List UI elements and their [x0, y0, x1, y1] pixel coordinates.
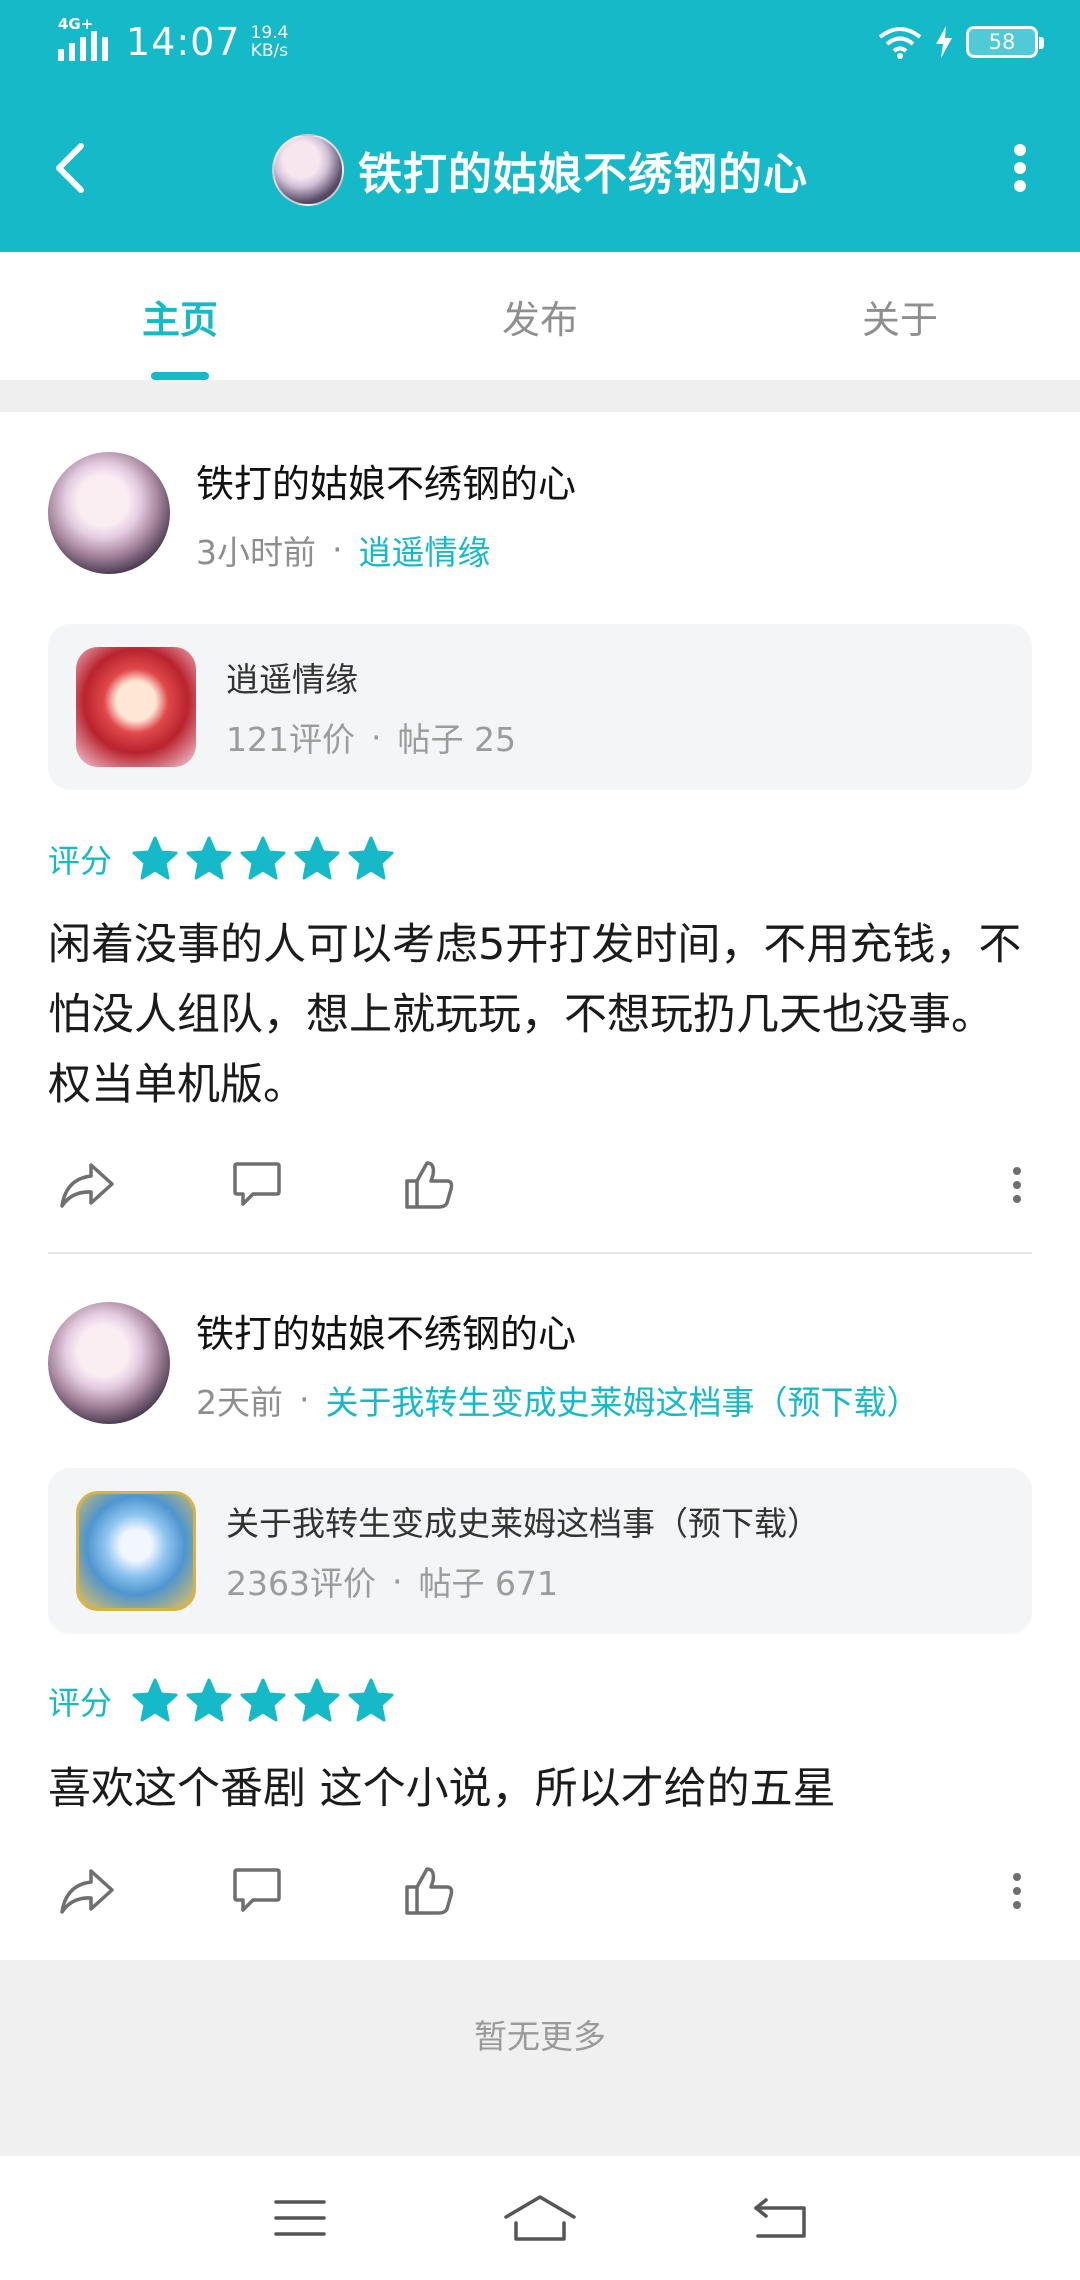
- star-icon: [132, 1678, 178, 1722]
- author-name[interactable]: 铁打的姑娘不绣钢的心: [196, 1303, 920, 1358]
- speed-value: 19.4: [250, 23, 289, 43]
- action-bar: [48, 1856, 1032, 1926]
- signal-icon: 4G+: [58, 15, 108, 61]
- network-speed: 19.4 KB/s: [251, 24, 289, 60]
- post-time: 3小时前: [196, 532, 316, 572]
- meta-separator: ·: [299, 1380, 310, 1419]
- rating-stars: [128, 1674, 398, 1728]
- more-button[interactable]: [990, 136, 1050, 200]
- star-icon: [294, 1678, 340, 1722]
- charging-icon: [936, 26, 952, 58]
- review-count: 2363评价: [226, 1564, 376, 1603]
- network-type: 4G+: [58, 15, 94, 33]
- author-row: 铁打的姑娘不绣钢的心 3小时前 · 逍遥情缘: [48, 452, 576, 574]
- rating-label: 评分: [48, 1684, 113, 1722]
- post-card: 铁打的姑娘不绣钢的心 3小时前 · 逍遥情缘 逍遥情缘 121评价 · 帖子 2…: [0, 412, 1080, 1254]
- battery-icon: 58: [966, 26, 1044, 58]
- star-icon: [240, 836, 286, 880]
- game-link[interactable]: 逍遥情缘: [359, 526, 491, 574]
- star-icon: [132, 836, 178, 880]
- meta-separator: ·: [332, 530, 343, 569]
- game-name: 关于我转生变成史莱姆这档事（预下载）: [226, 1504, 820, 1543]
- section-gap: [0, 380, 1080, 412]
- tab-publish[interactable]: 发布: [360, 252, 720, 380]
- return-icon: [754, 2198, 806, 2238]
- home-icon: [504, 2195, 576, 2241]
- avatar[interactable]: [48, 452, 170, 574]
- game-icon: [76, 647, 196, 767]
- rating-row: 评分: [48, 1674, 398, 1728]
- comment-icon: [233, 1868, 281, 1912]
- wifi-icon: [878, 27, 922, 59]
- post-count: 帖子 25: [397, 720, 516, 759]
- no-more-indicator: 暂无更多: [0, 1960, 1080, 2156]
- back-arrow-icon: [56, 143, 84, 193]
- more-vertical-icon: [1014, 144, 1026, 192]
- thumbs-up-icon: [405, 1867, 454, 1915]
- stats-separator: ·: [391, 1561, 403, 1601]
- speed-unit: KB/s: [250, 41, 289, 61]
- menu-button[interactable]: [260, 2178, 340, 2258]
- share-icon: [60, 1163, 114, 1208]
- comment-button[interactable]: [222, 1150, 292, 1220]
- game-card[interactable]: 关于我转生变成史莱姆这档事（预下载） 2363评价 · 帖子 671: [48, 1468, 1032, 1634]
- star-icon: [294, 836, 340, 880]
- star-icon: [186, 1678, 232, 1722]
- rating-stars: [128, 832, 398, 886]
- battery-level: 58: [988, 30, 1016, 54]
- system-nav-bar: [0, 2156, 1080, 2280]
- no-more-text: 暂无更多: [474, 2017, 606, 2056]
- tab-bar: 主页 发布 关于: [0, 252, 1080, 380]
- page-title: 铁打的姑娘不绣钢的心: [358, 149, 808, 200]
- game-link[interactable]: 关于我转生变成史莱姆这档事（预下载）: [326, 1376, 920, 1424]
- thumbs-up-icon: [405, 1161, 454, 1209]
- title-bar: 铁打的姑娘不绣钢的心: [0, 110, 1080, 230]
- avatar[interactable]: [48, 1302, 170, 1424]
- game-icon: [76, 1491, 196, 1611]
- post-time: 2天前: [196, 1382, 283, 1422]
- comment-icon: [233, 1162, 281, 1206]
- star-icon: [348, 836, 394, 880]
- menu-icon: [274, 2200, 326, 2236]
- post-card: 铁打的姑娘不绣钢的心 2天前 · 关于我转生变成史莱姆这档事（预下载） 关于我转…: [0, 1254, 1080, 1960]
- app-header: 4G+ 14:07 19.4 KB/s 58 铁打的姑娘不绣钢的心: [0, 0, 1080, 252]
- share-button[interactable]: [52, 1856, 122, 1926]
- comment-button[interactable]: [222, 1856, 292, 1926]
- tab-about[interactable]: 关于: [720, 252, 1080, 380]
- more-vertical-icon: [1013, 1873, 1021, 1909]
- game-card[interactable]: 逍遥情缘 121评价 · 帖子 25: [48, 624, 1032, 790]
- post-more-button[interactable]: [982, 1856, 1052, 1926]
- author-row: 铁打的姑娘不绣钢的心 2天前 · 关于我转生变成史莱姆这档事（预下载）: [48, 1302, 920, 1424]
- post-text: 喜欢这个番剧 这个小说，所以才给的五星: [48, 1764, 836, 1814]
- post-count: 帖子 671: [418, 1564, 558, 1603]
- clock: 14:07: [126, 20, 241, 64]
- home-button[interactable]: [500, 2178, 580, 2258]
- more-vertical-icon: [1013, 1167, 1021, 1203]
- like-button[interactable]: [394, 1150, 464, 1220]
- status-bar: 4G+ 14:07 19.4 KB/s 58: [0, 0, 1080, 84]
- star-icon: [348, 1678, 394, 1722]
- star-icon: [240, 1678, 286, 1722]
- rating-label: 评分: [48, 842, 113, 880]
- action-bar: [48, 1150, 1032, 1220]
- author-name[interactable]: 铁打的姑娘不绣钢的心: [196, 453, 576, 508]
- rating-row: 评分: [48, 832, 398, 886]
- post-text: 闲着没事的人可以考虑5开打发时间，不用充钱，不怕没人组队，想上就玩玩，不想玩扔几…: [48, 920, 1022, 1110]
- stats-separator: ·: [371, 717, 382, 757]
- post-more-button[interactable]: [982, 1150, 1052, 1220]
- back-button[interactable]: [40, 136, 100, 200]
- tab-home[interactable]: 主页: [0, 252, 360, 380]
- star-icon: [186, 836, 232, 880]
- share-button[interactable]: [52, 1150, 122, 1220]
- game-name: 逍遥情缘: [226, 660, 358, 699]
- like-button[interactable]: [394, 1856, 464, 1926]
- review-count: 121评价: [226, 720, 355, 759]
- header-avatar: [272, 134, 344, 206]
- share-icon: [60, 1869, 114, 1914]
- back-nav-button[interactable]: [740, 2178, 820, 2258]
